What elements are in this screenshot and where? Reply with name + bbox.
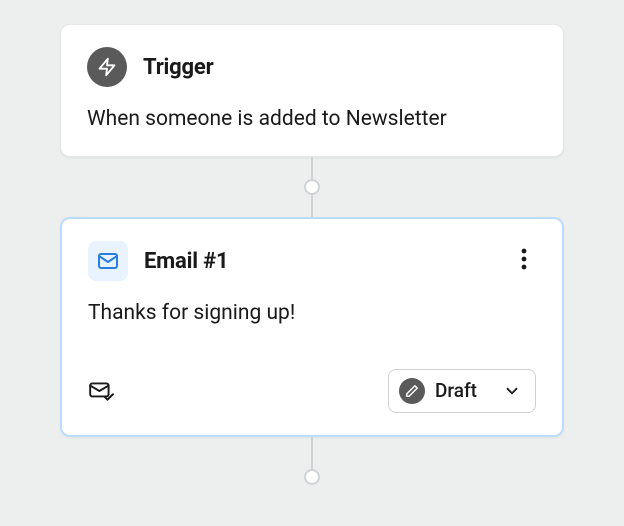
preview-email-button[interactable] [88,378,114,404]
more-options-button[interactable] [506,241,542,277]
add-step-node-icon[interactable] [304,469,320,485]
trigger-description: When someone is added to Newsletter [87,105,537,134]
email-footer: Draft [88,369,536,413]
mail-icon [88,241,128,281]
mail-check-icon [88,378,114,404]
add-step-node-icon[interactable] [304,179,320,195]
trigger-node[interactable]: Trigger When someone is added to Newslet… [60,24,564,157]
lightning-icon [87,47,127,87]
pencil-icon [399,378,425,404]
email-header: Email #1 [88,241,536,281]
status-label: Draft [435,379,493,402]
email-subject: Thanks for signing up! [88,299,536,328]
trigger-header: Trigger [87,47,537,87]
connector [60,157,564,217]
connector [60,437,564,477]
chevron-down-icon [503,382,521,400]
workflow-canvas[interactable]: Trigger When someone is added to Newslet… [0,0,624,526]
email-title: Email #1 [144,249,228,274]
status-dropdown[interactable]: Draft [388,369,536,413]
trigger-title: Trigger [143,55,213,80]
email-node[interactable]: Email #1 Thanks for signing up! Draft [60,217,564,436]
more-vertical-icon [521,248,527,270]
